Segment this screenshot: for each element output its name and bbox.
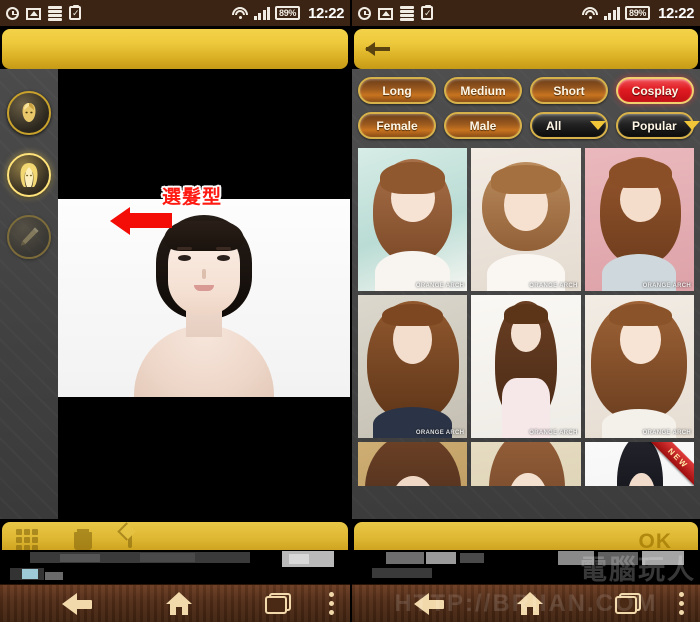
annotation-arrow (110, 207, 172, 235)
back-arrow-icon[interactable] (364, 36, 394, 62)
left-top-bar (2, 29, 348, 69)
annotation-label: 選髮型 (162, 187, 223, 208)
filter-long[interactable]: Long (358, 77, 436, 104)
filter-medium-label: Medium (460, 83, 506, 98)
clipboard-check-icon (69, 5, 81, 20)
battery-indicator: 89% (625, 6, 651, 20)
right-phone-screen: 89% 12:22 Long Medium Short (352, 0, 700, 622)
android-nav-bar-left (0, 584, 350, 622)
status-clock: 12:22 (308, 4, 344, 22)
chevron-down-icon (683, 121, 700, 130)
stack-icon (48, 6, 62, 21)
gallery-icon (26, 8, 41, 20)
hairstyle-thumbnail[interactable]: NEW (584, 442, 694, 486)
hairstyle-thumbnail[interactable]: ORANGE ARCH (471, 295, 581, 438)
thumbnail-watermark: ORANGE ARCH (529, 430, 578, 436)
face-icon (22, 103, 36, 122)
filter-medium[interactable]: Medium (444, 77, 522, 104)
filter-cosplay[interactable]: Cosplay (616, 77, 694, 104)
face-shape-tool[interactable] (7, 91, 51, 135)
censored-strip-left (0, 550, 350, 585)
wifi-icon (232, 6, 249, 20)
signal-bars-icon (603, 6, 620, 20)
grid-icon (16, 529, 38, 551)
hairstyle-icon (20, 163, 38, 187)
status-bar-left-icons (6, 5, 81, 21)
edit-pen-tool[interactable] (7, 215, 51, 259)
hairstyle-thumbnail[interactable]: ORANGE ARCH (471, 148, 581, 291)
filter-male[interactable]: Male (444, 112, 522, 139)
hairstyle-thumbnail[interactable]: ORANGE ARCH (358, 148, 468, 291)
alarm-icon (6, 6, 19, 20)
thumbnail-watermark: ORANGE ARCH (415, 430, 465, 436)
hairstyle-thumbnail-grid: ORANGE ARCH ORANGE ARCH ORANGE ARCH ORAN… (358, 148, 694, 486)
nav-home-icon[interactable] (516, 591, 544, 616)
nav-menu-icon[interactable] (329, 592, 336, 615)
hairstyle-thumbnail[interactable]: ORANGE ARCH (584, 148, 694, 291)
android-nav-bar-right: HTTP://BRIIAN.COM (352, 584, 700, 622)
status-bar-right-icons: 89% 12:22 (232, 4, 344, 22)
edited-photo (58, 199, 350, 397)
filter-male-label: Male (469, 118, 497, 133)
filter-female-label: Female (376, 118, 418, 133)
signal-bars-icon (253, 6, 270, 20)
right-app-body: Long Medium Short Cosplay Female Male Al… (352, 29, 700, 579)
status-bar-left: 89% 12:22 (0, 0, 350, 26)
filter-long-label: Long (382, 83, 412, 98)
pencil-icon (21, 227, 39, 246)
nav-back-icon[interactable] (62, 592, 92, 615)
thumbnail-watermark: ORANGE ARCH (415, 283, 465, 289)
hairstyle-tool[interactable] (7, 153, 51, 197)
battery-indicator: 89% (275, 6, 301, 20)
filter-short[interactable]: Short (530, 77, 608, 104)
filter-female[interactable]: Female (358, 112, 436, 139)
filter-all-dropdown[interactable]: All (530, 112, 608, 139)
stack-icon (400, 6, 414, 21)
nav-home-icon[interactable] (165, 591, 193, 616)
hairstyle-chooser: Long Medium Short Cosplay Female Male Al… (352, 69, 700, 519)
model-portrait (128, 207, 280, 397)
gallery-icon (378, 8, 393, 20)
screenshot-root: 89% 12:22 (0, 0, 700, 622)
nav-recents-icon[interactable] (265, 593, 291, 614)
photo-canvas[interactable]: 選髮型 (58, 69, 350, 519)
hairstyle-thumbnail[interactable]: ORANGE ARCH (358, 295, 468, 438)
status-bar-right: 89% 12:22 (352, 0, 700, 26)
nav-menu-icon[interactable] (679, 592, 686, 615)
status-bar-right-left-icons (358, 5, 433, 21)
filter-short-label: Short (553, 83, 585, 98)
chooser-top-bar (354, 29, 698, 69)
hairstyle-thumbnail[interactable] (358, 442, 468, 486)
battery-percent: 89% (629, 8, 647, 18)
filter-button-row: Long Medium Short Cosplay Female Male Al… (358, 77, 700, 139)
nav-recents-icon[interactable] (615, 593, 641, 614)
left-app-body: 選髮型 (0, 29, 350, 579)
nav-back-icon[interactable] (414, 592, 444, 615)
thumbnail-watermark: ORANGE ARCH (642, 430, 691, 436)
filter-cosplay-label: Cosplay (631, 83, 679, 98)
share-icon (128, 527, 132, 548)
censored-strip-right (352, 550, 700, 585)
thumbnail-watermark: ORANGE ARCH (529, 283, 578, 289)
tool-sidebar (0, 69, 58, 519)
filter-popular-dropdown[interactable]: Popular (616, 112, 700, 139)
clipboard-check-icon (421, 5, 433, 20)
status-bar-right-right-icons: 89% 12:22 (582, 4, 694, 22)
wifi-icon (582, 6, 599, 20)
editor-work-area: 選髮型 (0, 69, 350, 519)
chevron-down-icon (590, 121, 606, 130)
hairstyle-thumbnail[interactable] (471, 442, 581, 486)
left-phone-screen: 89% 12:22 (0, 0, 350, 622)
alarm-icon (358, 6, 371, 20)
status-clock: 12:22 (658, 4, 694, 22)
hairstyle-thumbnail[interactable]: ORANGE ARCH (584, 295, 694, 438)
battery-percent: 89% (279, 8, 297, 18)
filter-all-label: All (546, 118, 562, 133)
thumbnail-watermark: ORANGE ARCH (642, 283, 691, 289)
filter-popular-label: Popular (632, 118, 677, 133)
